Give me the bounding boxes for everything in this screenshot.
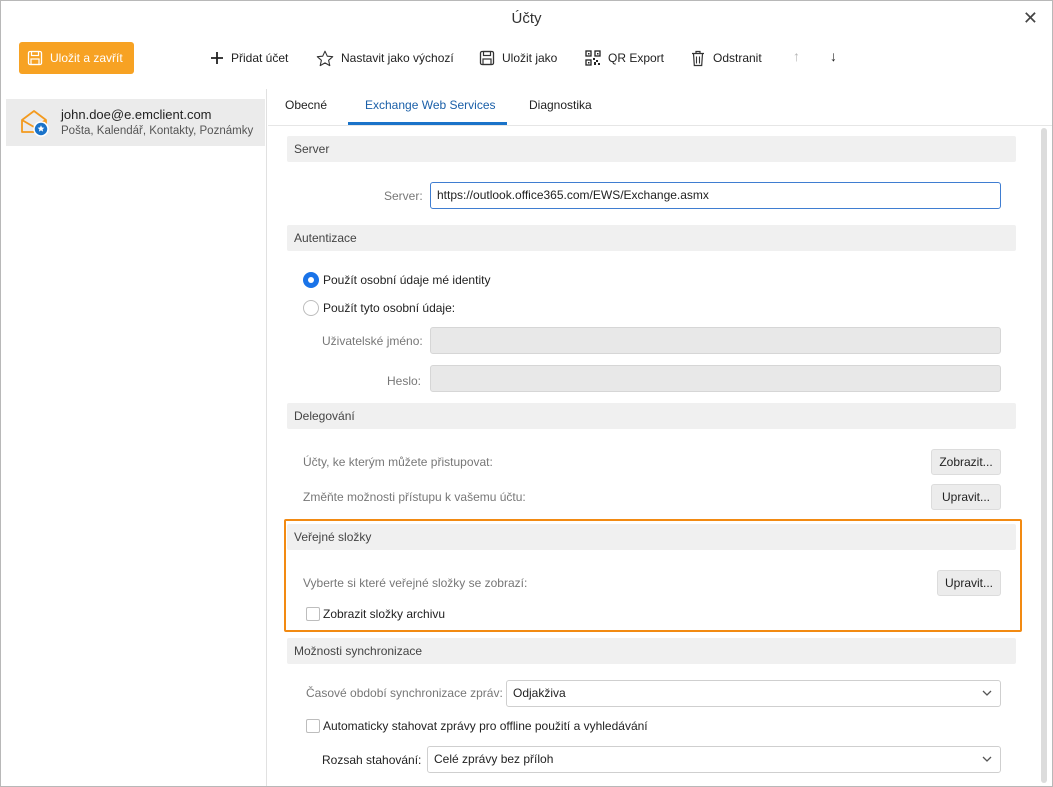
tab-bar: Obecné Exchange Web Services Diagnostika [268, 89, 1052, 126]
save-icon [27, 50, 43, 66]
move-down-icon[interactable]: ↓ [830, 48, 837, 64]
radio-own-identity[interactable] [303, 272, 319, 288]
delegation-section-header: Delegování [287, 403, 1016, 429]
username-label: Uživatelské jméno: [322, 334, 423, 348]
active-tab-indicator [348, 122, 507, 125]
show-archive-label: Zobrazit složky archivu [323, 607, 446, 621]
qr-export-label: QR Export [608, 51, 665, 65]
close-icon[interactable]: ✕ [1023, 8, 1038, 28]
edit-public-folders-button[interactable]: Upravit... [937, 570, 1001, 596]
show-archive-checkbox[interactable] [306, 607, 320, 621]
account-list-item[interactable]: john.doe@e.emclient.com Pošta, Kalendář,… [6, 99, 265, 146]
sync-period-select[interactable]: Odjakživa [506, 680, 1001, 707]
qr-code-icon [585, 50, 601, 66]
auth-section-header: Autentizace [287, 225, 1016, 251]
account-list: john.doe@e.emclient.com Pošta, Kalendář,… [6, 89, 267, 786]
server-section-header: Server [287, 136, 1016, 162]
account-services: Pošta, Kalendář, Kontakty, Poznámky [61, 125, 254, 137]
auto-download-checkbox[interactable] [306, 719, 320, 733]
sync-period-value: Odjakživa [513, 686, 566, 700]
server-url-input[interactable]: https://outlook.office365.com/EWS/Exchan… [430, 182, 1001, 209]
accessible-accounts-label: Účty, ke kterým můžete přistupovat: [303, 455, 493, 469]
radio-custom-credentials-label: Použít tyto osobní údaje: [323, 301, 456, 315]
server-label: Server: [384, 189, 423, 203]
set-default-label: Nastavit jako výchozí [341, 51, 454, 65]
sync-period-label: Časové období synchronizace zpráv: [306, 686, 503, 700]
save-and-close-label: Uložit a zavřít [50, 51, 123, 65]
password-label: Heslo: [387, 374, 422, 388]
tab-general[interactable]: Obecné [285, 98, 327, 112]
account-email: john.doe@e.emclient.com [61, 107, 212, 122]
content-scrollbar[interactable] [1041, 128, 1047, 783]
plus-icon [211, 52, 223, 64]
save-and-close-button[interactable]: Uložit a zavřít [19, 42, 134, 74]
remove-button[interactable]: Odstranit [690, 48, 762, 68]
add-account-label: Přidat účet [231, 51, 289, 65]
username-input[interactable] [430, 327, 1001, 354]
account-icon [21, 110, 49, 137]
chevron-down-icon [982, 681, 992, 716]
show-accessible-accounts-button[interactable]: Zobrazit... [931, 449, 1001, 475]
accounts-window: Účty ✕ Uložit a zavřít Přidat účet Nasta… [0, 0, 1053, 787]
add-account-button[interactable]: Přidat účet [210, 48, 288, 68]
sync-section-header: Možnosti synchronizace [287, 638, 1016, 664]
set-default-button[interactable]: Nastavit jako výchozí [316, 48, 454, 68]
radio-own-identity-label: Použít osobní údaje mé identity [323, 273, 491, 287]
choose-public-folders-label: Vyberte si které veřejné složky se zobra… [303, 576, 528, 590]
qr-export-button[interactable]: QR Export [585, 48, 664, 68]
tab-exchange-web-services[interactable]: Exchange Web Services [365, 98, 496, 112]
remove-label: Odstranit [713, 51, 762, 65]
edit-access-button[interactable]: Upravit... [931, 484, 1001, 510]
download-range-select[interactable]: Celé zprávy bez příloh [427, 746, 1001, 773]
download-range-value: Celé zprávy bez příloh [434, 752, 554, 766]
change-access-label: Změňte možnosti přístupu k vašemu účtu: [303, 490, 526, 504]
save-as-label: Uložit jako [502, 51, 558, 65]
trash-icon [692, 50, 704, 66]
window-title: Účty [511, 10, 542, 27]
password-input[interactable] [430, 365, 1001, 392]
save-icon [479, 50, 495, 66]
download-range-label: Rozsah stahování: [322, 753, 422, 767]
save-as-button[interactable]: Uložit jako [479, 48, 557, 68]
public-folders-section-header: Veřejné složky [287, 524, 1016, 550]
move-up-icon[interactable]: ↑ [793, 48, 800, 64]
star-icon [316, 50, 334, 66]
tab-diagnostics[interactable]: Diagnostika [529, 98, 592, 112]
radio-custom-credentials[interactable] [303, 300, 319, 316]
chevron-down-icon [982, 747, 992, 782]
auto-download-label: Automaticky stahovat zprávy pro offline … [323, 719, 648, 733]
